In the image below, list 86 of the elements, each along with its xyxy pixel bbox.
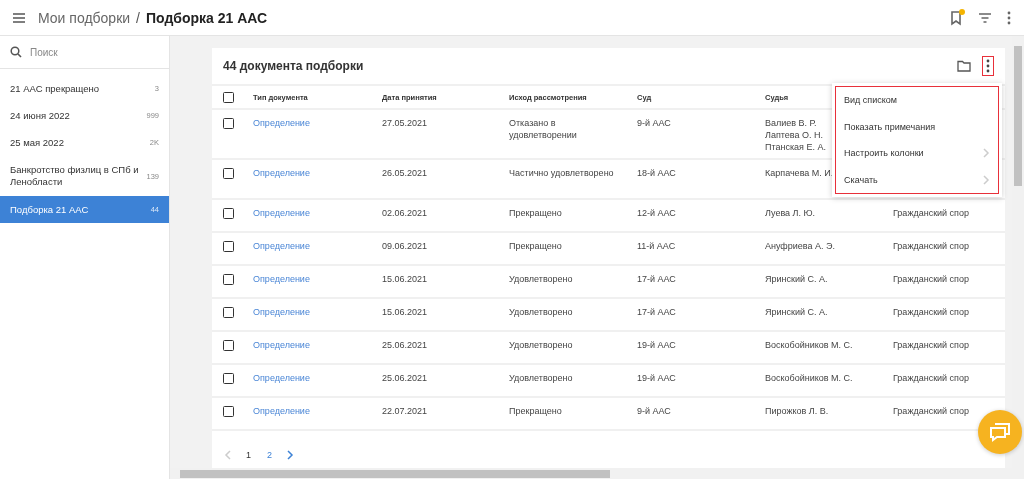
chevron-right-icon xyxy=(982,148,990,159)
table-cell: Гражданский спор xyxy=(893,372,969,384)
table-cell: 17-й ААС xyxy=(637,273,676,285)
row-checkbox[interactable] xyxy=(223,118,234,129)
judge-name: Пирожков Л. В. xyxy=(765,405,829,417)
document-link[interactable]: Определение xyxy=(253,405,310,417)
row-checkbox[interactable] xyxy=(223,241,234,252)
table-cell: Прекращено xyxy=(509,405,562,417)
row-checkbox[interactable] xyxy=(223,406,234,417)
row-checkbox[interactable] xyxy=(223,340,234,351)
table-cell: 19-й ААС xyxy=(637,339,676,351)
document-link[interactable]: Определение xyxy=(253,273,310,285)
chat-icon xyxy=(989,422,1011,442)
search-icon xyxy=(10,46,22,58)
judge-name: Карпачева М. И. xyxy=(765,167,834,179)
table-cell: Прекращено xyxy=(509,240,562,252)
table-cell: Гражданский спор xyxy=(893,306,969,318)
table-cell: Гражданский спор xyxy=(893,207,969,219)
table-cell: 9-й ААС xyxy=(637,117,671,129)
breadcrumb-link[interactable]: Мои подборки xyxy=(38,9,131,26)
judge-name: Ануфриева А. Э. xyxy=(765,240,835,252)
page-button[interactable]: 1 xyxy=(244,450,253,460)
judge-name: Валиев В. Р. xyxy=(765,117,817,129)
document-link[interactable]: Определение xyxy=(253,339,310,351)
row-checkbox[interactable] xyxy=(223,168,234,179)
table-cell: Гражданский спор xyxy=(893,339,969,351)
table-cell: Частично удовлетворено xyxy=(509,167,614,179)
judge-name: Яринский С. А. xyxy=(765,273,828,285)
table-cell: Гражданский спор xyxy=(893,240,969,252)
table-cell: 11-й ААС xyxy=(637,240,676,252)
document-link[interactable]: Определение xyxy=(253,117,310,129)
page-button[interactable]: 2 xyxy=(265,450,275,460)
row-checkbox[interactable] xyxy=(223,208,234,219)
document-link[interactable]: Определение xyxy=(253,240,310,252)
menu-item[interactable]: Вид списком xyxy=(836,87,998,114)
table-cell: 19-й ААС xyxy=(637,372,676,384)
table-cell: Удовлетворено xyxy=(509,306,573,318)
search-field[interactable]: Поиск xyxy=(0,36,169,69)
table-cell: Прекращено xyxy=(509,207,562,219)
document-link[interactable]: Определение xyxy=(253,167,310,179)
table-cell: Гражданский спор xyxy=(893,405,969,417)
table-cell: 25.06.2021 xyxy=(382,339,428,351)
judge-name: Воскобойников М. С. xyxy=(765,339,853,351)
table-cell: Гражданский спор xyxy=(893,273,969,285)
table-cell: Удовлетворено xyxy=(509,273,573,285)
folder-button[interactable] xyxy=(955,58,973,74)
chevron-right-icon xyxy=(982,174,990,185)
page-title: Подборка 21 ААС xyxy=(146,9,268,26)
chevron-right-icon xyxy=(286,450,295,460)
table-cell: Удовлетворено xyxy=(509,339,573,351)
menu-item[interactable]: Настроить колонки xyxy=(836,140,998,167)
judge-name: Яринский С. А. xyxy=(765,306,828,318)
table-cell: 15.06.2021 xyxy=(382,306,428,318)
row-checkbox[interactable] xyxy=(223,307,234,318)
table-cell: 02.06.2021 xyxy=(382,207,428,219)
table-cell: Удовлетворено xyxy=(509,372,573,384)
judge-name: Птанская Е. А. xyxy=(765,141,826,153)
breadcrumb-separator: / xyxy=(136,9,140,26)
document-link[interactable]: Определение xyxy=(253,306,310,318)
document-link[interactable]: Определение xyxy=(253,207,310,219)
table-cell: 15.06.2021 xyxy=(382,273,428,285)
select-all-checkbox[interactable] xyxy=(223,92,234,103)
more-button[interactable] xyxy=(983,57,993,75)
table-cell: 22.07.2021 xyxy=(382,405,428,417)
table-cell: 9-й ААС xyxy=(637,405,671,417)
row-checkbox[interactable] xyxy=(223,274,234,285)
table-cell-text: Отказано в удовлетворении xyxy=(509,117,578,141)
more-icon xyxy=(985,59,991,73)
table-cell: 25.06.2021 xyxy=(382,372,428,384)
table-cell: 18-й ААС xyxy=(637,167,676,179)
table-cell: 27.05.2021 xyxy=(382,117,428,129)
menu-item[interactable]: Скачать xyxy=(836,166,998,193)
table-cell: 09.06.2021 xyxy=(382,240,428,252)
judge-name: Лаптева О. Н. xyxy=(765,129,823,141)
card-title: 44 документа подборки xyxy=(223,59,364,73)
judge-name: Луева Л. Ю. xyxy=(765,207,816,219)
document-link[interactable]: Определение xyxy=(253,372,310,384)
judge-name: Воскобойников М. С. xyxy=(765,372,853,384)
menu-item[interactable]: Показать примечания xyxy=(836,113,998,140)
row-checkbox[interactable] xyxy=(223,373,234,384)
bookmark-button[interactable] xyxy=(948,7,966,28)
next-page-button[interactable] xyxy=(286,450,295,460)
table-cell: 26.05.2021 xyxy=(382,167,428,179)
table-cell: 12-й ААС xyxy=(637,207,676,219)
chevron-left-icon xyxy=(224,450,232,460)
table-cell: 17-й ААС xyxy=(637,306,676,318)
